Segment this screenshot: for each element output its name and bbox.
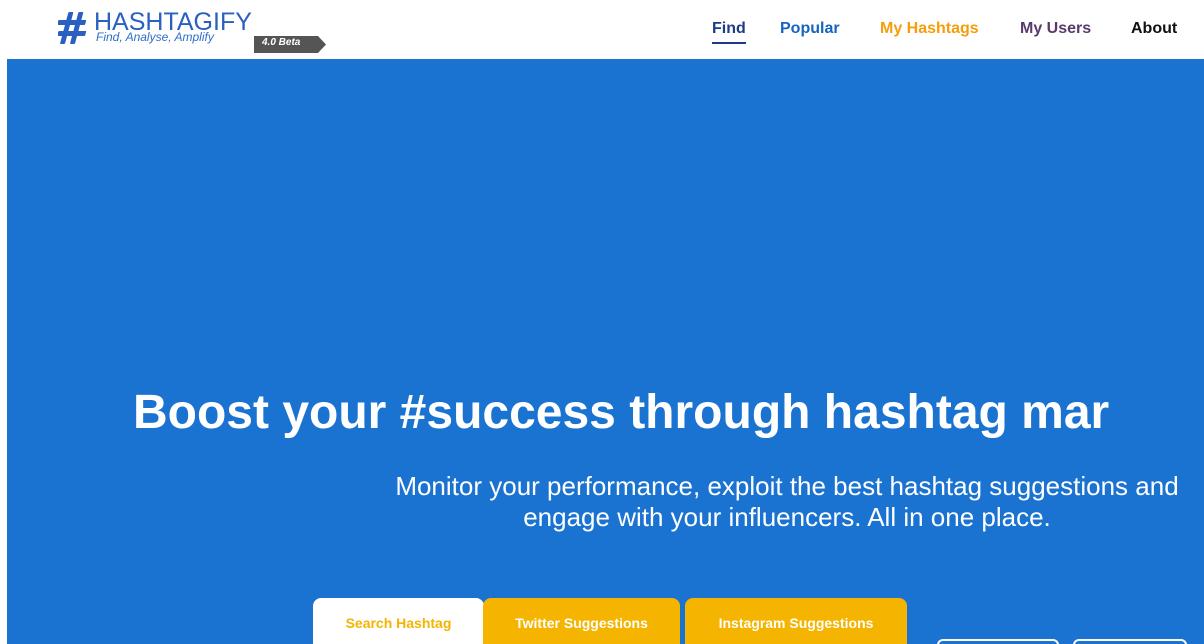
tab-twitter-suggestions[interactable]: Twitter Suggestions (483, 598, 680, 644)
hashtagify-logo[interactable]: HASHTAGIFY Find, Analyse, Amplify 4.0 Be… (58, 8, 338, 54)
tab-search-hashtag[interactable]: Search Hashtag (313, 598, 484, 644)
nav-find[interactable]: Find (712, 18, 746, 44)
version-badge-label: 4.0 Beta (262, 37, 301, 48)
version-badge: 4.0 Beta (254, 36, 326, 53)
nav-about[interactable]: About (1131, 18, 1177, 40)
hero-subtitle: Monitor your performance, exploit the be… (287, 471, 1204, 533)
hero-subtitle-line2: engage with your influencers. All in one… (523, 502, 1051, 532)
hashtag-logo-icon (58, 12, 87, 44)
hero-subtitle-line1: Monitor your performance, exploit the be… (395, 471, 1179, 501)
nav-my-users[interactable]: My Users (1020, 18, 1091, 40)
hero-title: Boost your #success through hashtag mar (133, 386, 1110, 439)
brand-tagline: Find, Analyse, Amplify (96, 30, 214, 44)
nav-my-hashtags[interactable]: My Hashtags (880, 18, 979, 40)
partial-button-edge (1073, 639, 1187, 644)
tab-instagram-suggestions[interactable]: Instagram Suggestions (685, 598, 907, 644)
nav-popular[interactable]: Popular (780, 18, 840, 40)
top-navbar: HASHTAGIFY Find, Analyse, Amplify 4.0 Be… (0, 0, 1204, 59)
hero-section: Boost your #success through hashtag mar … (7, 59, 1204, 644)
partial-input-edge (937, 639, 1059, 644)
